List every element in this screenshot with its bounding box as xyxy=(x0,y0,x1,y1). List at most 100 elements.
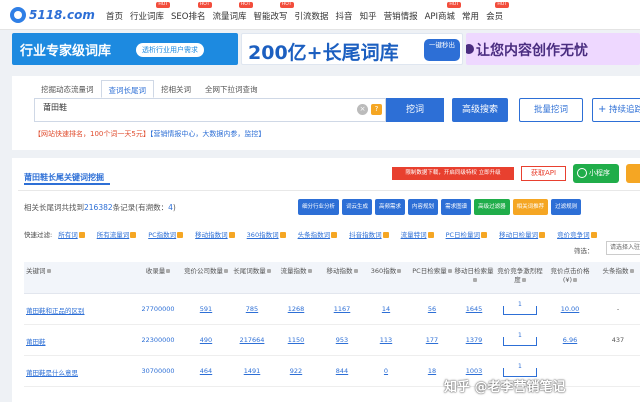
clear-icon[interactable]: × xyxy=(357,104,368,115)
column-header[interactable]: PC日检索量 xyxy=(412,267,452,276)
metric-cell[interactable]: 113 xyxy=(366,336,406,344)
metric-cell[interactable]: 56 xyxy=(412,305,452,313)
analysis-tool-button[interactable]: 相关词推荐 xyxy=(512,199,549,215)
metric-cell[interactable]: 1491 xyxy=(232,367,272,375)
banner-industry-lexicon[interactable]: 行业专家级词库 透析行业用户需求 xyxy=(12,33,238,65)
nav-item[interactable]: 首页 xyxy=(106,10,123,22)
metric-cell[interactable]: 591 xyxy=(184,305,228,313)
notice-link-intel[interactable]: 【营销情报中心，大数据内参，监控】 xyxy=(150,130,266,138)
column-header[interactable]: 移动日检索量 xyxy=(454,267,494,285)
filter-info-icon xyxy=(130,232,137,238)
upgrade-download-button[interactable]: 限制数据下载，开启同级特权 立即升级 xyxy=(392,167,514,180)
keyword-link[interactable]: 莆田鞋和正品的区别 xyxy=(26,305,85,315)
column-header[interactable]: 关键词 xyxy=(26,267,126,276)
column-header[interactable]: 360指数 xyxy=(366,267,406,276)
metric-cell[interactable]: 14 xyxy=(366,305,406,313)
watermark: 知乎 @老李营销笔记 xyxy=(444,380,566,395)
metric-cell[interactable]: 18 xyxy=(412,367,452,375)
analysis-tool-button[interactable]: 高级过滤器 xyxy=(474,199,510,215)
metric-cell[interactable]: 1379 xyxy=(454,336,494,344)
quick-filter-item[interactable]: 所有词 xyxy=(58,231,91,239)
column-header[interactable]: 竞价竞争激烈程度 xyxy=(496,267,544,285)
nav-item[interactable]: 流量词库 xyxy=(213,12,247,22)
metric-cell[interactable]: 1150 xyxy=(276,336,316,344)
search-button[interactable]: 挖词 xyxy=(386,98,444,122)
quick-filter-item[interactable]: PC日检量词 xyxy=(446,231,493,239)
metric-cell[interactable]: 922 xyxy=(276,367,316,375)
banner-cta-button[interactable]: 一键秒出 xyxy=(424,39,460,61)
mini-program-button[interactable]: 小程序 xyxy=(573,164,619,183)
keyword-link[interactable]: 莆田鞋是什么意思 xyxy=(26,367,78,377)
metric-cell[interactable]: 217664 xyxy=(232,336,272,344)
analysis-tool-button[interactable]: 内容规划 xyxy=(408,199,439,215)
nav-item[interactable]: API商城 xyxy=(425,12,455,22)
quick-filter-item[interactable]: 抖音指数词 xyxy=(349,231,395,239)
continue-tracking-button[interactable]: + 持续追踪 xyxy=(592,98,640,122)
quick-filter-item[interactable]: 360指数词 xyxy=(247,231,292,239)
banner-content-creation[interactable]: 让您内容创作无忧 xyxy=(466,33,640,65)
column-header[interactable]: 头条指数 xyxy=(598,267,638,276)
metric-cell[interactable]: 844 xyxy=(322,367,362,375)
hot-badge: HOT xyxy=(279,2,294,8)
batch-mining-button[interactable]: 批量挖词 xyxy=(519,98,583,122)
nav-item[interactable]: 知乎 xyxy=(360,10,377,22)
search-field[interactable]: × ? xyxy=(34,98,386,122)
site-logo[interactable]: 5118.com xyxy=(10,7,102,23)
help-icon[interactable]: ? xyxy=(371,104,382,115)
keyword-link[interactable]: 莆田鞋 xyxy=(26,336,46,346)
metric-cell[interactable]: 785 xyxy=(232,305,272,313)
nav-item[interactable]: 智能改写 xyxy=(254,12,288,22)
column-header[interactable]: 收录量 xyxy=(136,267,180,276)
advanced-search-button[interactable]: 高级搜索 xyxy=(452,98,508,122)
quick-filter-item[interactable]: 所有流量词 xyxy=(97,231,143,239)
metric-cell[interactable]: 490 xyxy=(184,336,228,344)
search-tab[interactable]: 查词长尾词 xyxy=(100,80,154,98)
quick-filter-item[interactable]: 移动指数词 xyxy=(195,231,241,239)
hot-badge: HOT xyxy=(197,2,212,8)
column-header-label: 竞价竞争激烈程度 xyxy=(497,267,543,284)
column-header[interactable]: 流量指数 xyxy=(276,267,316,276)
nav-item[interactable]: SEO排名 xyxy=(171,12,205,22)
sort-select[interactable]: 请选择入驻 xyxy=(606,241,640,255)
metric-cell[interactable]: 1645 xyxy=(454,305,494,313)
search-input[interactable] xyxy=(43,103,343,112)
metric-cell[interactable]: 953 xyxy=(322,336,362,344)
quick-filter-item[interactable]: 流量特词 xyxy=(401,231,440,239)
metric-cell[interactable]: 1003 xyxy=(454,367,494,375)
quick-filter-item[interactable]: 移动日检量词 xyxy=(499,231,551,239)
metric-cell[interactable]: 1167 xyxy=(322,305,362,313)
notice-link-ranking[interactable]: 【网站快速排名，100个词一天5元】 xyxy=(34,130,150,138)
column-header-label: 竞价公司数量 xyxy=(184,267,223,275)
banner-title: 行业专家级词库 xyxy=(20,44,112,59)
column-header-label: PC日检索量 xyxy=(412,267,447,275)
nav-item[interactable]: 引流数据 xyxy=(295,10,329,22)
nav-item[interactable]: 常用 xyxy=(462,10,479,22)
nav-item[interactable]: 抖音 xyxy=(336,10,353,22)
search-tab[interactable]: 挖掘动态流量词 xyxy=(34,80,101,98)
column-header[interactable]: 竞价点击价格(¥) xyxy=(546,267,594,285)
banner-longtail-lexicon[interactable]: 200亿+长尾词库 一键秒出 xyxy=(241,33,463,65)
search-tab[interactable]: 挖相关词 xyxy=(154,80,198,98)
analysis-tool-button[interactable]: 过滤规则 xyxy=(551,199,582,215)
metric-cell[interactable]: 464 xyxy=(184,367,228,375)
analysis-tool-button[interactable]: 需求图谱 xyxy=(441,199,472,215)
analysis-tool-button[interactable]: 细分行业分析 xyxy=(298,199,340,215)
analysis-tool-button[interactable]: 词云生成 xyxy=(342,199,373,215)
quick-filter-item[interactable]: 头条指数词 xyxy=(298,231,344,239)
get-api-button[interactable]: 获取API xyxy=(521,166,566,181)
nav-item[interactable]: 行业词库 xyxy=(130,12,164,22)
column-header-label: 竞价点击价格(¥) xyxy=(550,267,590,284)
nav-item[interactable]: 营销情报 xyxy=(384,10,418,22)
search-tab[interactable]: 全网下拉词查询 xyxy=(198,80,265,98)
column-header[interactable]: 竞价公司数量 xyxy=(184,267,228,276)
quick-filter-item[interactable]: 竞价竞争词 xyxy=(557,231,603,239)
analysis-tool-button[interactable]: 高频需求 xyxy=(375,199,406,215)
metric-cell[interactable]: 1268 xyxy=(276,305,316,313)
more-tools-button[interactable] xyxy=(626,164,640,183)
nav-item[interactable]: 会员 xyxy=(486,12,503,22)
metric-cell[interactable]: 177 xyxy=(412,336,452,344)
column-header[interactable]: 长尾词数量 xyxy=(232,267,272,276)
column-header[interactable]: 移动指数 xyxy=(322,267,362,276)
quick-filter-item[interactable]: PC指数词 xyxy=(148,231,189,239)
metric-cell[interactable]: 0 xyxy=(366,367,406,375)
